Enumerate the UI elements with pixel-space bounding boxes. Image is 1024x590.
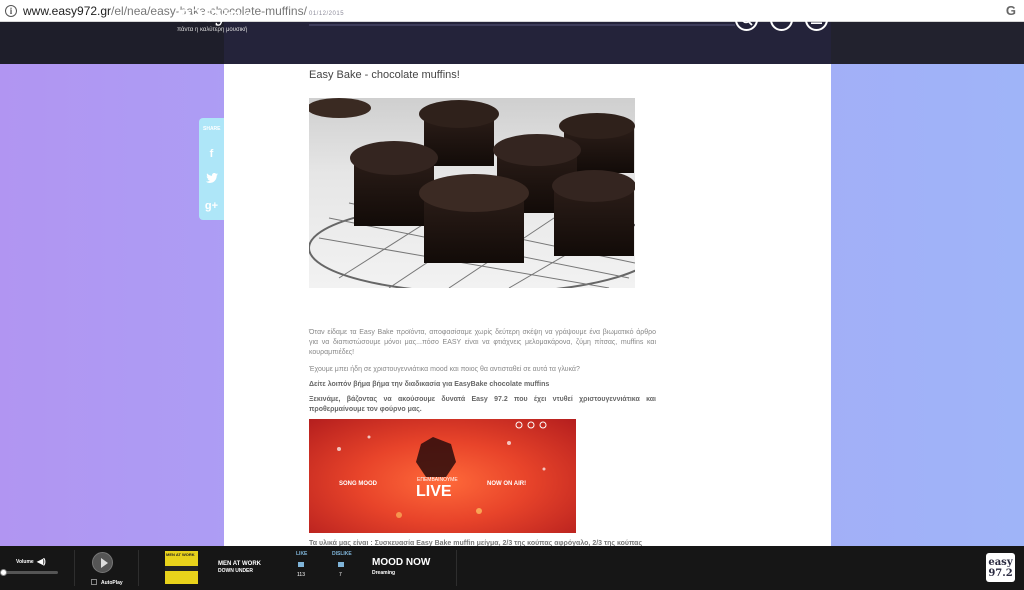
article-paragraph-5: Τα υλικά μας είναι : Συσκευασία Easy Bak… <box>309 540 643 546</box>
promo-song-mood: SONG MOOD <box>339 481 378 487</box>
logo-word: easy <box>177 1 227 27</box>
volume-label: Volume <box>16 559 34 565</box>
address-bar[interactable]: i www.easy972.gr/el/nea/easy-bake-chocol… <box>0 0 1024 22</box>
player-divider <box>456 550 457 586</box>
promo-banner[interactable]: SONG MOOD NOW ON AIR! ΕΠΕΜΒΑΙΝΟΥΜΕ LIVE <box>309 419 576 533</box>
speaker-icon[interactable]: ◀) <box>37 557 46 566</box>
mood-title: MOOD NOW <box>372 557 431 568</box>
share-sidebar: SHARE f g+ <box>199 118 224 220</box>
like-label: LIKE <box>296 551 308 557</box>
menu-button[interactable] <box>805 8 828 31</box>
twitter-icon[interactable] <box>199 173 224 186</box>
album-art: MEN AT WORK <box>165 551 198 584</box>
article-paragraph-1: Όταν είδαμε τα Easy Bake προϊόντα, αποφα… <box>309 329 656 356</box>
like-count: 113 <box>297 572 305 578</box>
autoplay-checkbox[interactable] <box>91 579 97 585</box>
song-title: DOWN UNDER <box>218 568 253 574</box>
radio-player-bar <box>0 546 1024 590</box>
header-divider <box>309 24 735 26</box>
thumbs-down-icon[interactable] <box>338 562 344 567</box>
url-host: www.easy972.gr <box>23 3 112 18</box>
search-button[interactable] <box>735 8 758 31</box>
article-paragraph-3: Δείτε λοιπόν βήμα βήμα την διαδικασία γι… <box>309 381 550 388</box>
mood-value: Dreaming <box>372 570 396 576</box>
share-label: SHARE <box>203 126 221 132</box>
logo-number: 97.2 <box>226 9 252 24</box>
article-paragraph-4: Ξεκινάμε, βάζοντας να ακούσουμε δυνατά E… <box>309 396 656 413</box>
autoplay-label: AutoPlay <box>101 580 123 586</box>
google-plus-icon[interactable]: g+ <box>199 200 224 212</box>
info-icon[interactable]: i <box>5 4 17 17</box>
promo-decoration <box>337 421 547 518</box>
thumbs-up-icon[interactable] <box>298 562 304 567</box>
album-art-text: MEN AT WORK <box>166 552 195 557</box>
article-paragraph-2: Έχουμε μπει ήδη σε χριστουγεννιάτικα moo… <box>309 366 580 373</box>
site-logo[interactable]: easy97.2 πάντα η καλύτερη μουσική <box>177 1 252 38</box>
header-right <box>831 22 1024 64</box>
logo-tagline: πάντα η καλύτερη μουσική <box>177 27 248 33</box>
article-title: Easy Bake - chocolate muffins! <box>309 69 460 81</box>
play-button[interactable] <box>92 552 113 573</box>
article-date: 01/12/2015 <box>309 11 345 17</box>
google-icon[interactable]: G <box>1006 3 1016 18</box>
hamburger-icon <box>811 15 822 24</box>
dislike-count: 7 <box>339 572 342 578</box>
player-divider <box>138 550 139 586</box>
player-divider <box>74 550 75 586</box>
promo-live: LIVE <box>416 483 452 500</box>
site-header <box>0 22 1024 64</box>
facebook-icon[interactable]: f <box>199 148 224 160</box>
search-icon <box>741 14 753 26</box>
language-label: EΛ <box>776 16 787 23</box>
promo-now-on-air: NOW ON AIR! <box>487 481 527 487</box>
footer-logo[interactable]: easy 97.2 <box>986 553 1015 582</box>
muffins-image <box>309 98 635 288</box>
volume-slider[interactable] <box>3 571 58 574</box>
url-text[interactable]: www.easy972.gr/el/nea/easy-bake-chocolat… <box>23 4 307 18</box>
language-button[interactable]: EΛ <box>770 8 793 31</box>
dislike-label: DISLIKE <box>332 551 352 557</box>
volume-knob[interactable] <box>0 569 7 576</box>
artist-name: MEN AT WORK <box>218 561 261 567</box>
